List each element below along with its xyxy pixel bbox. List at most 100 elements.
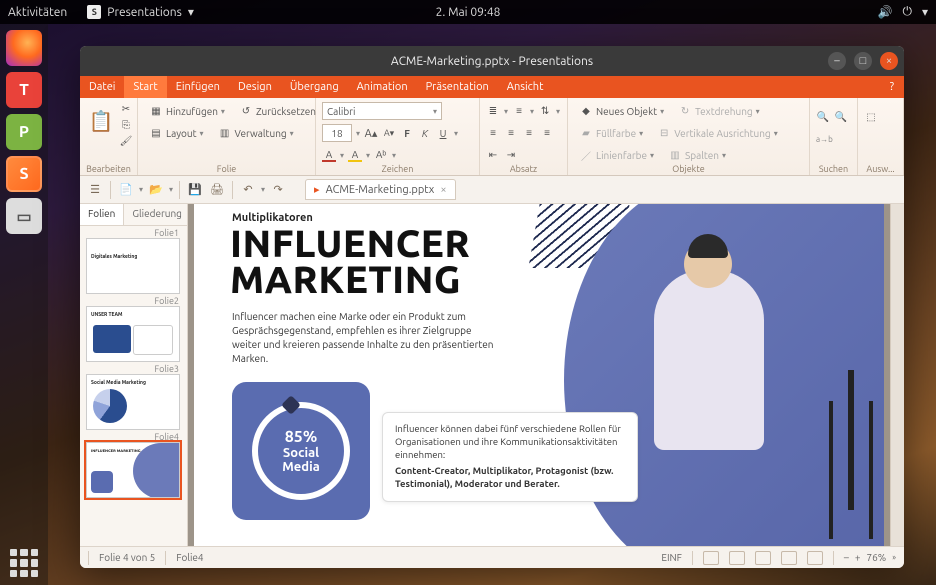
dock-planmaker-icon[interactable]: P <box>6 114 42 150</box>
text-rotate-button[interactable]: ↻Textdrehung▾ <box>673 102 765 120</box>
menu-design[interactable]: Design <box>229 76 281 98</box>
line-spacing-icon[interactable]: ⇅ <box>538 104 552 118</box>
select-tool-icon[interactable]: ⬚ <box>864 110 878 124</box>
italic-icon[interactable]: K <box>418 126 432 140</box>
format-painter-icon[interactable]: 🖌 <box>119 134 133 148</box>
qat-open-icon[interactable]: 📂 <box>147 181 165 199</box>
menu-einfuegen[interactable]: Einfügen <box>167 76 229 98</box>
fill-color-button[interactable]: ▰Füllfarbe▾ <box>574 124 648 142</box>
cut-icon[interactable]: ✂ <box>119 102 133 116</box>
bold-icon[interactable]: F <box>400 126 414 140</box>
align-justify-icon[interactable]: ≡ <box>540 126 554 140</box>
activities-button[interactable]: Aktivitäten <box>8 6 67 19</box>
copy-icon[interactable]: ⎘ <box>119 118 133 132</box>
align-center-icon[interactable]: ≡ <box>504 126 518 140</box>
font-name-select[interactable]: Calibri▾ <box>322 102 442 120</box>
align-left-icon[interactable]: ≡ <box>486 126 500 140</box>
menu-bar: Datei Start Einfügen Design Übergang Ani… <box>80 76 904 98</box>
increase-indent-icon[interactable]: ⇥ <box>504 148 518 162</box>
document-tab[interactable]: ▸ ACME-Marketing.pptx × <box>305 179 456 200</box>
insert-mode[interactable]: EINF <box>661 552 682 563</box>
vertical-align-button[interactable]: ⊟Vertikale Ausrichtung▾ <box>652 124 783 142</box>
slide-stat-badge: 85% SocialMedia <box>232 382 370 520</box>
qat-undo-icon[interactable]: ↶ <box>239 181 257 199</box>
increase-font-icon[interactable]: A▴ <box>364 126 378 140</box>
slide-counter: Folie 4 von 5 <box>99 552 155 563</box>
app-indicator[interactable]: S Presentations ▾ <box>87 5 194 19</box>
thumb-label: Folie4 <box>86 432 181 442</box>
slide-panel: Folien Gliederung Folie1 Digitales Marke… <box>80 204 188 546</box>
numbering-icon[interactable]: ≡ <box>512 104 526 118</box>
highlight-icon[interactable]: A <box>348 148 362 162</box>
columns-button[interactable]: ▥Spalten▾ <box>663 146 731 164</box>
qat-save-icon[interactable]: 💾 <box>186 181 204 199</box>
replace-icon[interactable]: 🔍 <box>834 110 848 124</box>
bullets-icon[interactable]: ≣ <box>486 104 500 118</box>
reset-slide-button[interactable]: ↺Zurücksetzen <box>234 102 321 120</box>
tab-gliederung[interactable]: Gliederung <box>124 204 190 225</box>
tab-folien[interactable]: Folien <box>80 204 124 225</box>
slide-content: Multiplikatoren INFLUENCERMARKETING Infl… <box>194 204 884 546</box>
add-slide-button[interactable]: ▦Hinzufügen▾ <box>144 102 230 120</box>
slide-thumb-3[interactable]: Folie3 Social Media Marketing <box>86 364 181 430</box>
manage-button[interactable]: ▥Verwaltung▾ <box>213 124 299 142</box>
font-size-select[interactable]: 18 <box>322 124 352 142</box>
volume-icon[interactable]: 🔊 <box>878 5 893 19</box>
dock-files-icon[interactable]: ▭ <box>6 198 42 234</box>
underline-icon[interactable]: U <box>436 126 450 140</box>
slide-thumb-2[interactable]: Folie2 UNSER TEAM <box>86 296 181 362</box>
doc-tab-close-icon[interactable]: × <box>440 184 446 196</box>
layout-button[interactable]: ▤Layout▾ <box>144 124 209 142</box>
decrease-indent-icon[interactable]: ⇤ <box>486 148 500 162</box>
zoom-out-button[interactable]: – <box>844 552 849 563</box>
menu-praesentation[interactable]: Präsentation <box>417 76 498 98</box>
slide-thumb-1[interactable]: Folie1 Digitales Marketing <box>86 228 181 294</box>
search-icon[interactable]: 🔍 <box>816 110 830 124</box>
menu-ansicht[interactable]: Ansicht <box>498 76 553 98</box>
doc-tab-label: ACME-Marketing.pptx <box>326 184 435 196</box>
view-miniature-icon[interactable] <box>781 551 797 565</box>
menu-help-icon[interactable]: ? <box>880 76 904 98</box>
dock-presentations-icon[interactable]: S <box>6 156 42 192</box>
vertical-scrollbar[interactable] <box>890 204 904 546</box>
slide-thumbnails: Folie1 Digitales Marketing Folie2 UNSER … <box>80 226 187 546</box>
menu-uebergang[interactable]: Übergang <box>281 76 348 98</box>
qat-menu-icon[interactable]: ☰ <box>86 181 104 199</box>
menu-start[interactable]: Start <box>124 76 166 98</box>
zoom-in-button[interactable]: + <box>855 552 861 563</box>
text-rotate-icon: ↻ <box>678 104 692 118</box>
menu-datei[interactable]: Datei <box>80 76 124 98</box>
qat-print-icon[interactable]: 🖨 <box>208 181 226 199</box>
ab-replace-icon[interactable]: a→b <box>816 135 833 144</box>
menu-animation[interactable]: Animation <box>348 76 417 98</box>
align-right-icon[interactable]: ≡ <box>522 126 536 140</box>
system-menu-chevron-icon[interactable]: ▾ <box>922 5 928 19</box>
zoom-level[interactable]: 76% <box>867 552 887 563</box>
clock[interactable]: 2. Mai 09:48 <box>436 6 501 19</box>
dock-textmaker-icon[interactable]: T <box>6 72 42 108</box>
power-icon[interactable]: ⏻ <box>902 5 912 19</box>
group-label-char: Zeichen <box>316 164 479 174</box>
font-color-icon[interactable]: A <box>322 148 336 162</box>
dock-show-apps-button[interactable] <box>10 549 38 577</box>
view-sorter-icon[interactable] <box>729 551 745 565</box>
slide-thumb-4[interactable]: Folie4 INFLUENCER MARKETING <box>86 432 181 498</box>
dock-firefox-icon[interactable] <box>6 30 42 66</box>
qat-redo-icon[interactable]: ↷ <box>269 181 287 199</box>
view-slideshow-icon[interactable] <box>807 551 823 565</box>
view-normal-icon[interactable] <box>703 551 719 565</box>
new-object-button[interactable]: ◆Neues Objekt▾ <box>574 102 669 120</box>
view-outline-icon[interactable] <box>755 551 771 565</box>
qat-new-icon[interactable]: 📄 <box>117 181 135 199</box>
window-maximize-button[interactable]: □ <box>854 52 872 70</box>
slide-canvas-area[interactable]: Multiplikatoren INFLUENCERMARKETING Infl… <box>188 204 890 546</box>
paste-button[interactable]: 📋 <box>86 101 116 141</box>
app-window: ACME-Marketing.pptx - Presentations – □ … <box>80 46 904 568</box>
badge-percent: 85% <box>285 428 317 446</box>
superscript-icon[interactable]: Aᵇ <box>374 148 388 162</box>
zoom-menu-icon[interactable]: » <box>892 553 896 562</box>
line-color-button[interactable]: ／Linienfarbe▾ <box>574 146 659 164</box>
decrease-font-icon[interactable]: A▾ <box>382 126 396 140</box>
window-close-button[interactable]: × <box>880 52 898 70</box>
window-minimize-button[interactable]: – <box>828 52 846 70</box>
